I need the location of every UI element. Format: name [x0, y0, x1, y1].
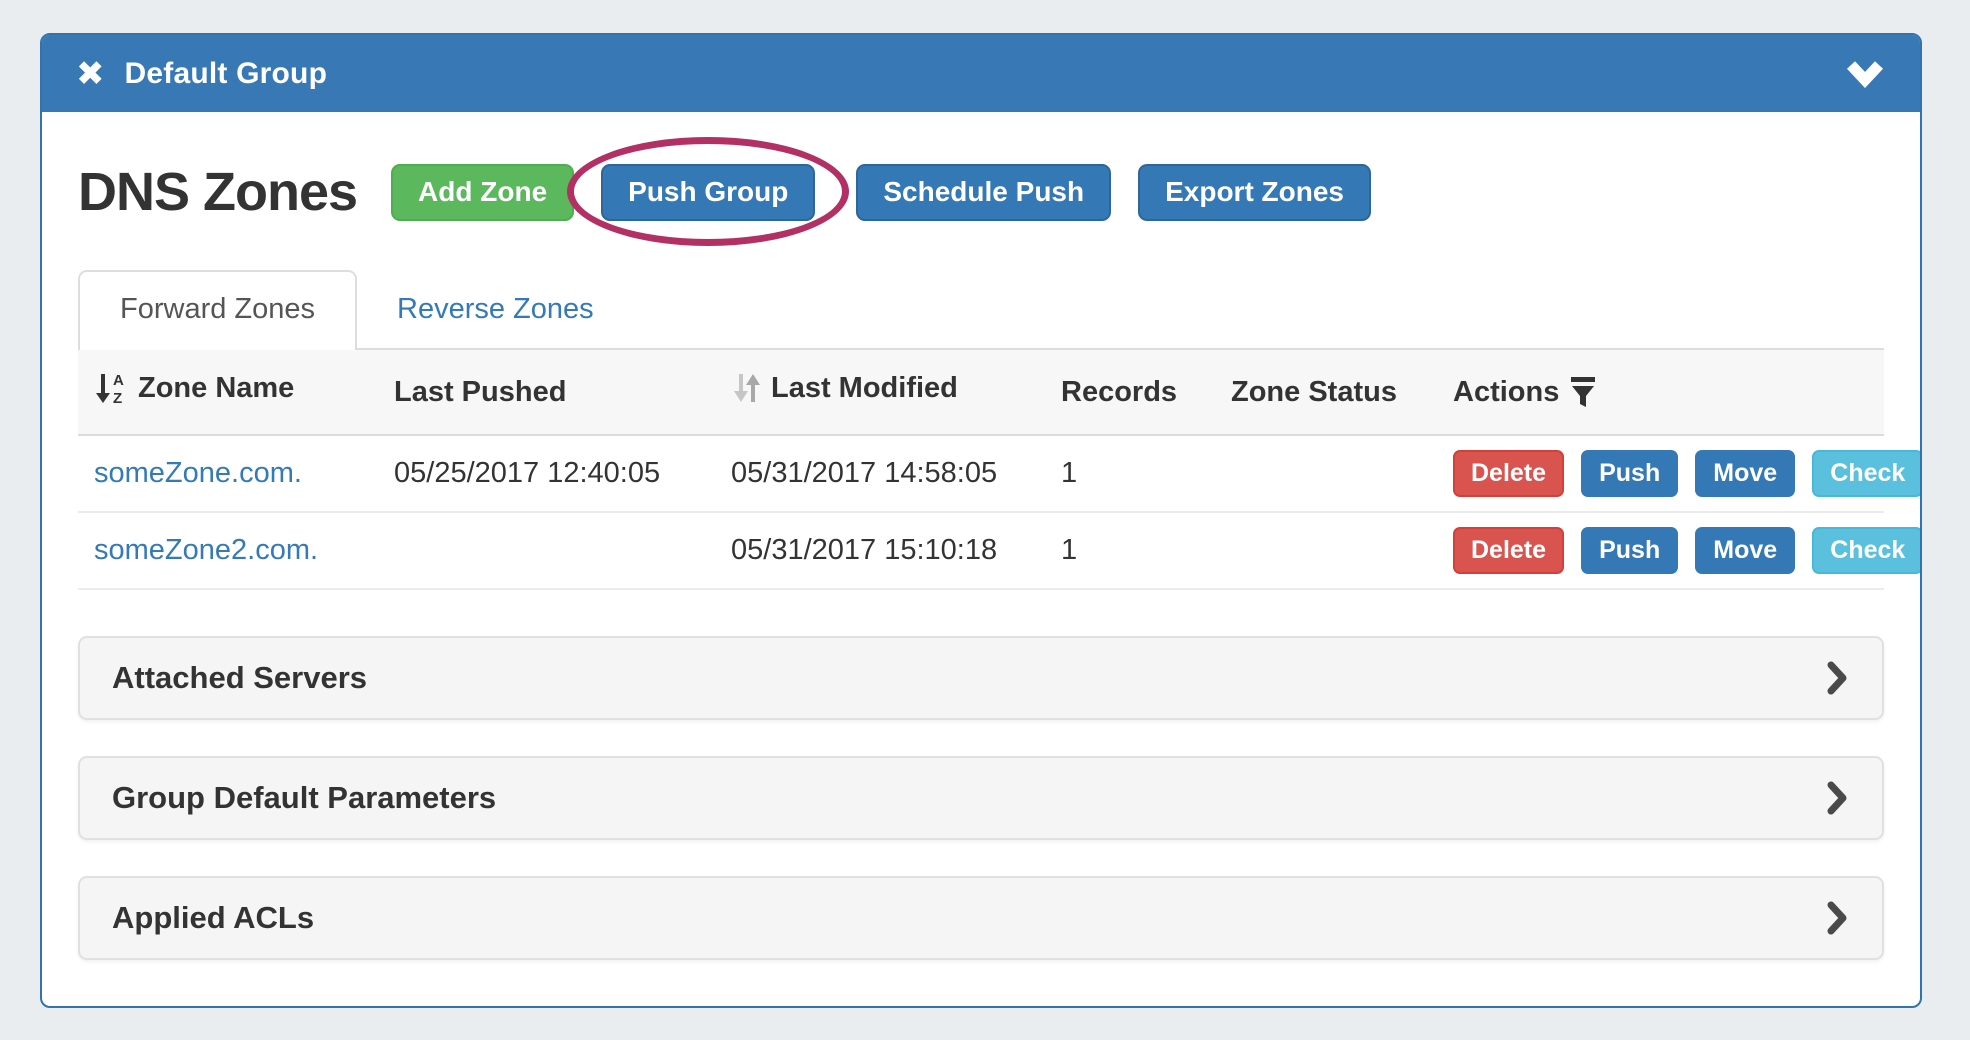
group-panel-body: DNS Zones Add Zone Push Group Schedule P…	[42, 152, 1920, 960]
column-header-zone-name[interactable]: A Z Zone Name	[78, 350, 378, 435]
toolbar: DNS Zones Add Zone Push Group Schedule P…	[78, 152, 1884, 232]
panel-collapse-toggle[interactable]	[1844, 60, 1886, 88]
close-icon[interactable]: ✖	[76, 57, 105, 91]
records-cell: 1	[1045, 435, 1215, 512]
column-header-actions: Actions	[1437, 350, 1884, 435]
last-pushed-cell	[378, 512, 715, 589]
chevron-down-icon	[1844, 60, 1886, 88]
accordion-applied-acls[interactable]: Applied ACLs	[78, 876, 1884, 960]
chevron-right-icon	[1826, 899, 1850, 937]
export-zones-button[interactable]: Export Zones	[1138, 164, 1371, 221]
actions-cell: Delete Push Move Check	[1437, 512, 1884, 589]
svg-text:Z: Z	[113, 390, 122, 406]
delete-button[interactable]: Delete	[1453, 450, 1564, 497]
push-button[interactable]: Push	[1581, 527, 1678, 574]
add-zone-button[interactable]: Add Zone	[391, 164, 574, 221]
push-group-button[interactable]: Push Group	[601, 164, 815, 221]
tab-forward-zones[interactable]: Forward Zones	[78, 270, 357, 350]
zones-table: A Z Zone Name Last Pushed	[78, 350, 1884, 590]
column-header-records[interactable]: Records	[1045, 350, 1215, 435]
delete-button[interactable]: Delete	[1453, 527, 1564, 574]
filter-icon[interactable]	[1569, 374, 1597, 410]
sort-alpha-asc-icon: A Z	[94, 370, 128, 406]
zone-status-cell	[1215, 512, 1437, 589]
move-button[interactable]: Move	[1695, 450, 1795, 497]
zone-row: someZone.com. 05/25/2017 12:40:05 05/31/…	[78, 435, 1884, 512]
svg-text:A: A	[113, 372, 124, 389]
zone-name-link[interactable]: someZone2.com.	[94, 534, 318, 566]
chevron-right-icon	[1826, 779, 1850, 817]
schedule-push-button[interactable]: Schedule Push	[856, 164, 1111, 221]
last-modified-cell: 05/31/2017 15:10:18	[715, 512, 1045, 589]
group-panel-header: ✖ Default Group	[42, 35, 1920, 112]
zone-name-link[interactable]: someZone.com.	[94, 457, 302, 489]
group-panel: ✖ Default Group DNS Zones Add Zone Push …	[40, 33, 1922, 1008]
push-button[interactable]: Push	[1581, 450, 1678, 497]
column-header-last-pushed[interactable]: Last Pushed	[378, 350, 715, 435]
push-group-button-wrap: Push Group	[601, 164, 815, 221]
tab-reverse-zones[interactable]: Reverse Zones	[357, 272, 634, 348]
actions-cell: Delete Push Move Check	[1437, 435, 1884, 512]
accordion-attached-servers[interactable]: Attached Servers	[78, 636, 1884, 720]
records-cell: 1	[1045, 512, 1215, 589]
sort-icon	[731, 370, 761, 406]
zones-tab-bar: Forward Zones Reverse Zones	[78, 270, 1884, 350]
check-button[interactable]: Check	[1812, 527, 1922, 574]
last-modified-cell: 05/31/2017 14:58:05	[715, 435, 1045, 512]
column-header-last-modified[interactable]: Last Modified	[715, 350, 1045, 435]
column-header-zone-status[interactable]: Zone Status	[1215, 350, 1437, 435]
page-title: DNS Zones	[78, 161, 357, 223]
accordion-group-default-parameters[interactable]: Group Default Parameters	[78, 756, 1884, 840]
zone-row: someZone2.com. 05/31/2017 15:10:18 1 Del…	[78, 512, 1884, 589]
chevron-right-icon	[1826, 659, 1850, 697]
zone-status-cell	[1215, 435, 1437, 512]
check-button[interactable]: Check	[1812, 450, 1922, 497]
last-pushed-cell: 05/25/2017 12:40:05	[378, 435, 715, 512]
zones-table-header-row: A Z Zone Name Last Pushed	[78, 350, 1884, 435]
group-panel-title: Default Group	[125, 57, 328, 91]
move-button[interactable]: Move	[1695, 527, 1795, 574]
